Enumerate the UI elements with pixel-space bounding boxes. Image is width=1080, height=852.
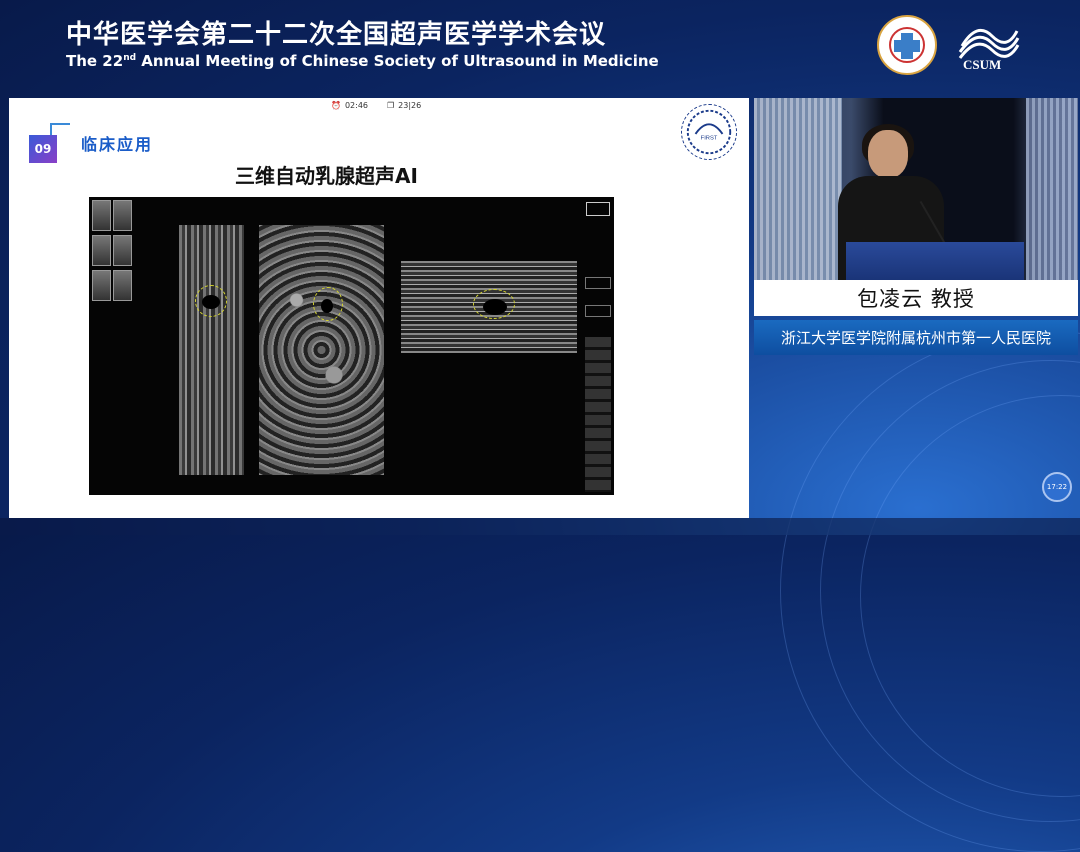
tool-panel[interactable] [585,337,611,492]
first-hospital-logo-icon: FIRST [681,104,737,160]
side-field [585,305,611,317]
thumbnail[interactable] [92,270,111,301]
thumbnail[interactable] [92,200,111,231]
section-title: 临床应用 [81,135,154,154]
page-value: 23|26 [398,101,422,110]
sagittal-view [259,225,384,475]
presentation-slide: ⏰ 02:46 ❐ 23|26 09 临床应用 三维自动乳腺超声AI FIRST [9,98,749,518]
cma-logo-icon [877,15,937,75]
side-field [585,277,611,289]
svg-text:FIRST: FIRST [701,136,718,142]
lesion-marker [195,285,227,317]
thumbnail[interactable] [113,270,132,301]
lesion-marker [473,289,515,319]
speaker-affiliation: 浙江大学医学院附属杭州市第一人民医院 [754,320,1078,355]
slide-timer: ⏰ 02:46 [331,101,368,110]
ultrasound-image [89,197,614,495]
slide-title: 三维自动乳腺超声AI [235,164,418,188]
conference-title-cn: 中华医学会第二十二次全国超声医学学术会议 [66,20,607,50]
clock-badge: 17:22 [1042,472,1072,502]
thumbnail-strip [89,197,134,307]
speaker-name: 包凌云 教授 [754,280,1078,316]
section-number: 09 [29,135,57,163]
alarm-clock-icon: ⏰ [331,101,341,110]
conference-title-en: The 22nd Annual Meeting of Chinese Socie… [66,52,659,70]
thumbnail[interactable] [113,235,132,266]
footer-bar [0,518,1080,535]
thumbnail[interactable] [113,200,132,231]
lesion-marker [313,287,343,321]
timer-value: 02:46 [344,101,369,110]
thumbnail[interactable] [92,235,111,266]
coronal-view [179,225,244,475]
copy-icon: ❐ [387,101,395,110]
slide-page-counter: ❐ 23|26 [387,101,421,110]
device-logo-icon [586,202,610,216]
csum-logo-label: CSUM [963,57,1002,72]
speaker-video [754,98,1078,280]
podium [846,242,1024,280]
